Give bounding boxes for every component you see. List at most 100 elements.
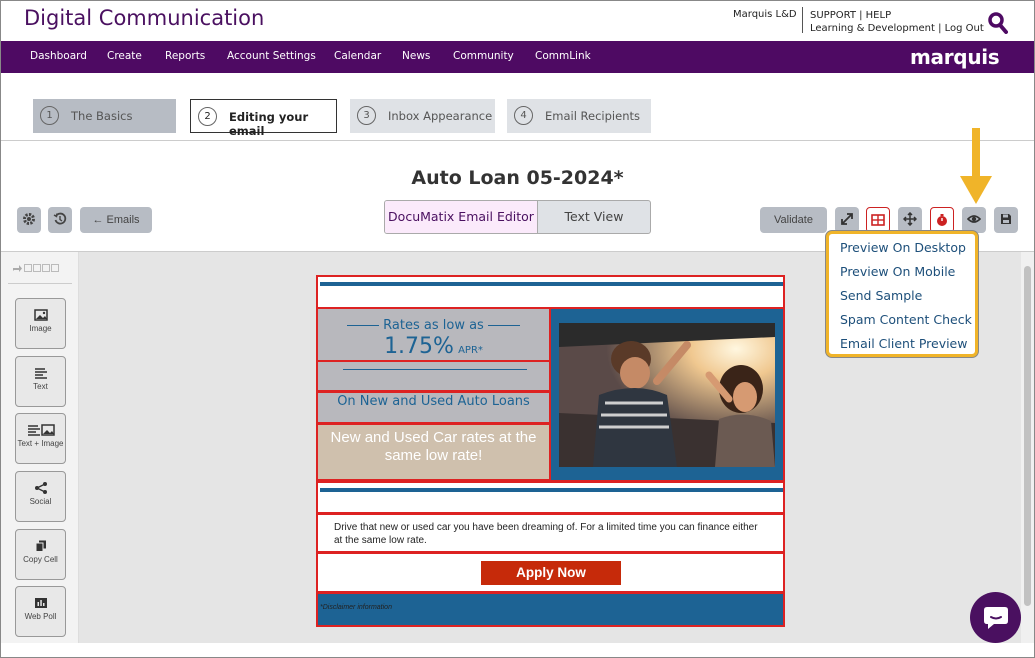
chat-button[interactable]: [970, 592, 1021, 643]
text-lines-icon: [34, 368, 47, 379]
email-title: Auto Loan 05-2024*: [411, 167, 624, 189]
nav-commlink[interactable]: CommLink: [535, 50, 591, 62]
step-label: Email Recipients: [545, 109, 640, 123]
email-body-text: Drive that new or used car you have been…: [334, 522, 758, 546]
menu-preview-desktop[interactable]: Preview On Desktop: [840, 240, 966, 255]
text-image-icon: [27, 424, 55, 436]
divider-block[interactable]: [316, 360, 551, 392]
undo-redo-tools[interactable]: [12, 263, 60, 272]
sidebar-divider: [8, 283, 72, 284]
expand-button[interactable]: [835, 207, 859, 233]
nav-reports[interactable]: Reports: [165, 50, 205, 62]
gear-icon: [23, 213, 35, 225]
header-links[interactable]: SUPPORT | HELP Learning & Development | …: [810, 9, 984, 35]
history-icon: [53, 212, 67, 225]
history-button[interactable]: [48, 207, 72, 233]
email-tagline: New and Used Car rates at the same low r…: [330, 429, 537, 464]
timer-button[interactable]: [930, 207, 954, 233]
divider-block-2[interactable]: [316, 481, 785, 514]
emails-back-button[interactable]: ← Emails: [80, 207, 152, 233]
tool-label: Copy Cell: [23, 555, 58, 564]
step-editing-email[interactable]: 2 Editing your email: [190, 99, 337, 138]
expand-icon: [841, 213, 853, 225]
divider: [1, 140, 1034, 141]
header-divider: [802, 7, 803, 33]
tool-label: Text: [33, 382, 48, 391]
menu-send-sample[interactable]: Send Sample: [840, 288, 922, 303]
menu-preview-mobile[interactable]: Preview On Mobile: [840, 264, 955, 279]
validate-button[interactable]: Validate: [760, 207, 827, 233]
share-icon: [34, 482, 47, 494]
step-label: Editing your email: [229, 110, 309, 138]
tool-toggle[interactable]: [51, 263, 60, 272]
tool-social[interactable]: Social: [15, 471, 66, 522]
step-the-basics[interactable]: 1 The Basics: [33, 99, 176, 133]
nav-calendar[interactable]: Calendar: [334, 50, 381, 62]
tool-label: Web Poll: [24, 612, 57, 621]
tool-toggle[interactable]: [24, 263, 33, 272]
tool-text-image[interactable]: Text + Image: [15, 413, 66, 464]
scrollbar-thumb[interactable]: [1024, 266, 1031, 606]
step-number: 2: [198, 107, 217, 126]
bar-chart-icon: [34, 598, 47, 608]
preview-button[interactable]: [962, 207, 986, 233]
image-icon: [33, 309, 48, 321]
settings-button[interactable]: [17, 207, 41, 233]
apply-now-button[interactable]: Apply Now: [481, 561, 621, 585]
email-top-rule: [320, 282, 783, 286]
redo-arrow-icon[interactable]: [12, 264, 22, 272]
nav-account-settings[interactable]: Account Settings: [227, 50, 316, 62]
text-view-tab[interactable]: Text View: [538, 201, 650, 233]
chat-bubble-icon: [984, 607, 1008, 629]
tool-label: Text + Image: [17, 439, 64, 448]
car-couple-photo: [559, 323, 775, 467]
editor-view-toggle: DocuMatix Email Editor Text View: [384, 200, 651, 234]
tool-label: Social: [29, 497, 52, 506]
stopwatch-icon: [937, 214, 947, 226]
tool-copy-cell[interactable]: Copy Cell: [15, 529, 66, 580]
tool-toggle[interactable]: [42, 263, 51, 272]
learning-logout-link[interactable]: Learning & Development | Log Out: [810, 22, 984, 35]
nav-community[interactable]: Community: [453, 50, 514, 62]
tool-label: Image: [29, 324, 52, 333]
floppy-disk-icon: [1001, 214, 1011, 224]
step-label: The Basics: [71, 109, 133, 123]
app-title: Digital Communication: [24, 6, 265, 30]
table-grid-icon: [871, 214, 885, 226]
grid-button[interactable]: [866, 207, 890, 233]
search-icon[interactable]: [988, 12, 1008, 34]
rate-line: 1.75% APR*: [318, 334, 549, 359]
step-inbox-appearance[interactable]: 3 Inbox Appearance: [350, 99, 495, 133]
brand-logo: marquis: [910, 45, 1000, 69]
user-name[interactable]: Marquis L&D: [733, 9, 797, 20]
menu-email-client-preview[interactable]: Email Client Preview: [840, 336, 967, 351]
workspace-scrollbar[interactable]: [1021, 252, 1034, 643]
nav-create[interactable]: Create: [107, 50, 142, 62]
step-number: 3: [357, 106, 376, 125]
preview-dropdown-menu: Preview On Desktop Preview On Mobile Sen…: [826, 231, 978, 357]
rate-value: 1.75%: [384, 334, 454, 359]
support-help-link[interactable]: SUPPORT | HELP: [810, 9, 984, 22]
email-subheading: On New and Used Auto Loans: [337, 394, 530, 409]
nav-dashboard[interactable]: Dashboard: [30, 50, 87, 62]
move-button[interactable]: [898, 207, 922, 233]
tool-toggle[interactable]: [33, 263, 42, 272]
step-number: 4: [514, 106, 533, 125]
tool-text[interactable]: Text: [15, 356, 66, 407]
tool-web-poll[interactable]: Web Poll: [15, 586, 66, 637]
step-number: 1: [40, 106, 59, 125]
annotation-arrow-icon: [960, 128, 992, 204]
rate-unit: APR*: [458, 345, 483, 356]
rates-heading: Rates as low as: [318, 318, 549, 333]
save-button[interactable]: [994, 207, 1018, 233]
tool-image[interactable]: Image: [15, 298, 66, 349]
documatix-editor-tab[interactable]: DocuMatix Email Editor: [385, 201, 538, 233]
menu-spam-check[interactable]: Spam Content Check: [840, 312, 972, 327]
email-middle-rule: [320, 488, 783, 492]
step-label: Inbox Appearance: [388, 109, 493, 123]
disclaimer-text: *Disclaimer information: [320, 604, 392, 611]
step-email-recipients[interactable]: 4 Email Recipients: [507, 99, 651, 133]
main-nav: Dashboard Create Reports Account Setting…: [1, 41, 1034, 73]
nav-news[interactable]: News: [402, 50, 430, 62]
move-arrows-icon: [902, 211, 918, 227]
